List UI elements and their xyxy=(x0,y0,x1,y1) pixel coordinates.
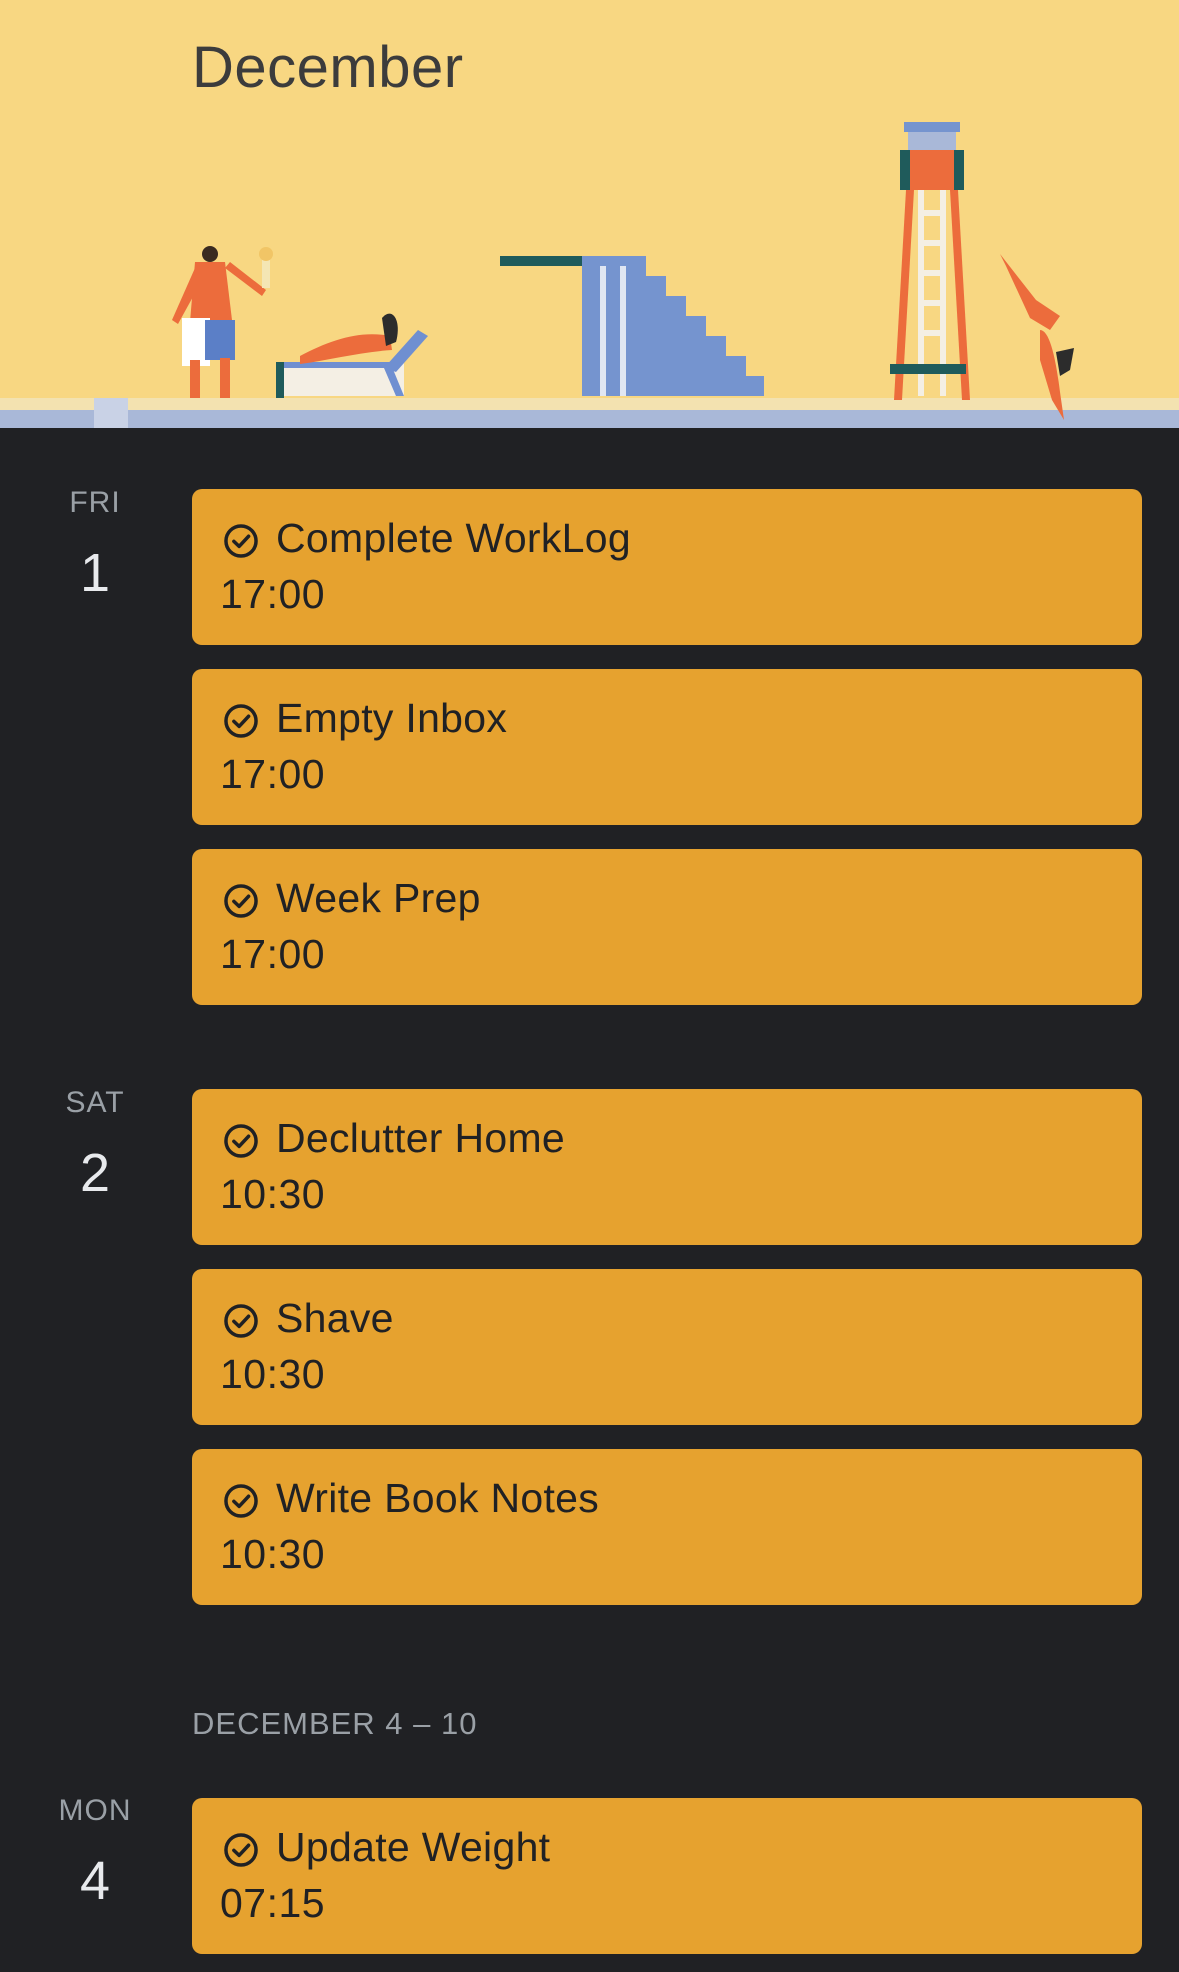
event-title: Complete WorkLog xyxy=(276,515,631,561)
day-label-sat-2: SAT 2 xyxy=(0,1086,190,1204)
task-check-icon xyxy=(224,1484,258,1518)
task-check-icon xyxy=(224,884,258,918)
event-empty-inbox[interactable]: Empty Inbox 17:00 xyxy=(192,669,1142,825)
task-check-icon xyxy=(224,1833,258,1867)
event-time: 17:00 xyxy=(220,931,326,977)
event-complete-worklog[interactable]: Complete WorkLog 17:00 xyxy=(192,489,1142,645)
event-update-weight[interactable]: Update Weight 07:15 xyxy=(192,1798,1142,1954)
event-time: 10:30 xyxy=(220,1351,326,1397)
month-banner: December xyxy=(0,0,1179,428)
event-title: Shave xyxy=(276,1295,394,1341)
event-time: 10:30 xyxy=(220,1531,326,1577)
day-number: 1 xyxy=(79,543,111,603)
day-of-week: MON xyxy=(58,1794,132,1827)
event-title: Empty Inbox xyxy=(276,695,508,741)
day-number: 4 xyxy=(79,1851,111,1911)
pool-illustration xyxy=(0,122,1179,428)
event-time: 10:30 xyxy=(220,1171,326,1217)
task-check-icon xyxy=(224,524,258,558)
event-shave[interactable]: Shave 10:30 xyxy=(192,1269,1142,1425)
event-time: 17:00 xyxy=(220,571,326,617)
event-title: Write Book Notes xyxy=(276,1475,600,1521)
day-number: 2 xyxy=(79,1143,111,1203)
day-label-fri-1: FRI 1 xyxy=(0,486,190,604)
event-week-prep[interactable]: Week Prep 17:00 xyxy=(192,849,1142,1005)
task-check-icon xyxy=(224,704,258,738)
day-of-week: SAT xyxy=(65,1086,125,1119)
event-title: Week Prep xyxy=(276,875,481,921)
day-of-week: FRI xyxy=(69,486,121,519)
event-title: Update Weight xyxy=(276,1824,551,1870)
month-title: December xyxy=(192,35,464,100)
event-title: Declutter Home xyxy=(276,1115,566,1161)
calendar-schedule-view: December FRI 1 Complete WorkLog 17:00 Em… xyxy=(0,0,1179,1972)
task-check-icon xyxy=(224,1304,258,1338)
event-write-book-notes[interactable]: Write Book Notes 10:30 xyxy=(192,1449,1142,1605)
task-check-icon xyxy=(224,1124,258,1158)
week-range-header: DECEMBER 4 – 10 xyxy=(192,1706,478,1741)
day-label-mon-4: MON 4 xyxy=(0,1794,190,1912)
event-declutter-home[interactable]: Declutter Home 10:30 xyxy=(192,1089,1142,1245)
event-time: 07:15 xyxy=(220,1880,326,1926)
event-time: 17:00 xyxy=(220,751,326,797)
